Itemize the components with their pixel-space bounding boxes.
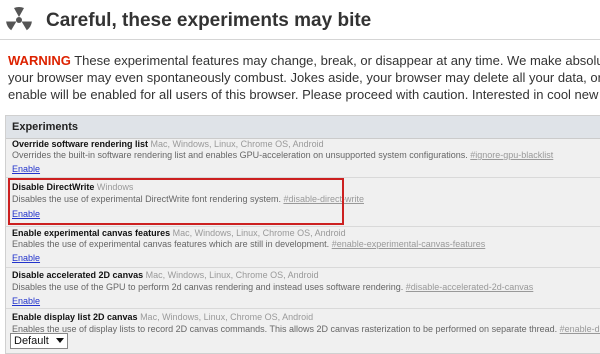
experiment-name: Enable display list 2D canvas (12, 312, 138, 322)
radiation-hazard-icon (6, 6, 32, 31)
experiments-heading: Experiments (6, 116, 600, 139)
experiment-name: Enable experimental canvas features (12, 228, 171, 238)
experiment-description: Enables the use of display lists to reco… (12, 324, 560, 334)
experiment-item: Enable experimental canvas features Mac,… (6, 228, 600, 268)
experiment-item: Disable accelerated 2D canvas Mac, Windo… (6, 268, 600, 309)
experiment-name: Disable accelerated 2D canvas (12, 270, 144, 280)
flags-page: Careful, these experiments may bite WARN… (0, 0, 600, 354)
experiment-platforms: Mac, Windows, Linux, Chrome OS, Android (143, 270, 319, 280)
experiment-description: Enables the use of experimental canvas f… (12, 239, 332, 249)
highlight-box (8, 178, 344, 225)
experiment-item: Enable display list 2D canvas Mac, Windo… (6, 309, 600, 354)
experiment-item: Override software rendering list Mac, Wi… (6, 139, 600, 178)
experiment-platforms: Mac, Windows, Linux, Chrome OS, Android (137, 312, 314, 322)
experiment-state-select[interactable]: Default (10, 333, 68, 349)
page-header: Careful, these experiments may bite (0, 0, 600, 40)
experiment-platforms: Mac, Windows, Linux, Chrome OS, Android (170, 228, 346, 238)
warning-label: WARNING (8, 53, 71, 68)
experiment-platforms: Mac, Windows, Linux, Chrome OS, Android (148, 139, 324, 149)
experiment-hash-link[interactable]: #enable-display-list-2d-canvas (560, 324, 600, 334)
warning-line-2: your browser may even spontaneously comb… (8, 70, 600, 85)
enable-link[interactable]: Enable (12, 164, 40, 175)
experiment-description: Disables the use of the GPU to perform 2… (12, 282, 406, 292)
experiment-name: Override software rendering list (12, 139, 149, 149)
experiment-hash-link[interactable]: #disable-accelerated-2d-canvas (406, 282, 534, 292)
warning-line-3: enable will be enabled for all users of … (8, 87, 600, 102)
warning-line-1: These experimental features may change, … (74, 53, 600, 68)
chevron-down-icon (56, 338, 64, 343)
enable-link[interactable]: Enable (12, 296, 40, 307)
experiment-hash-link[interactable]: #enable-experimental-canvas-features (332, 239, 486, 249)
experiment-hash-link[interactable]: #ignore-gpu-blacklist (470, 150, 553, 160)
experiments-panel: Experiments Override software rendering … (5, 115, 600, 354)
header-divider (0, 39, 600, 40)
select-value: Default (14, 335, 49, 347)
enable-link[interactable]: Enable (12, 253, 40, 264)
warning-text: WARNING These experimental features may … (8, 52, 600, 103)
page-title: Careful, these experiments may bite (46, 10, 372, 31)
experiment-description: Overrides the built-in software renderin… (12, 150, 471, 160)
